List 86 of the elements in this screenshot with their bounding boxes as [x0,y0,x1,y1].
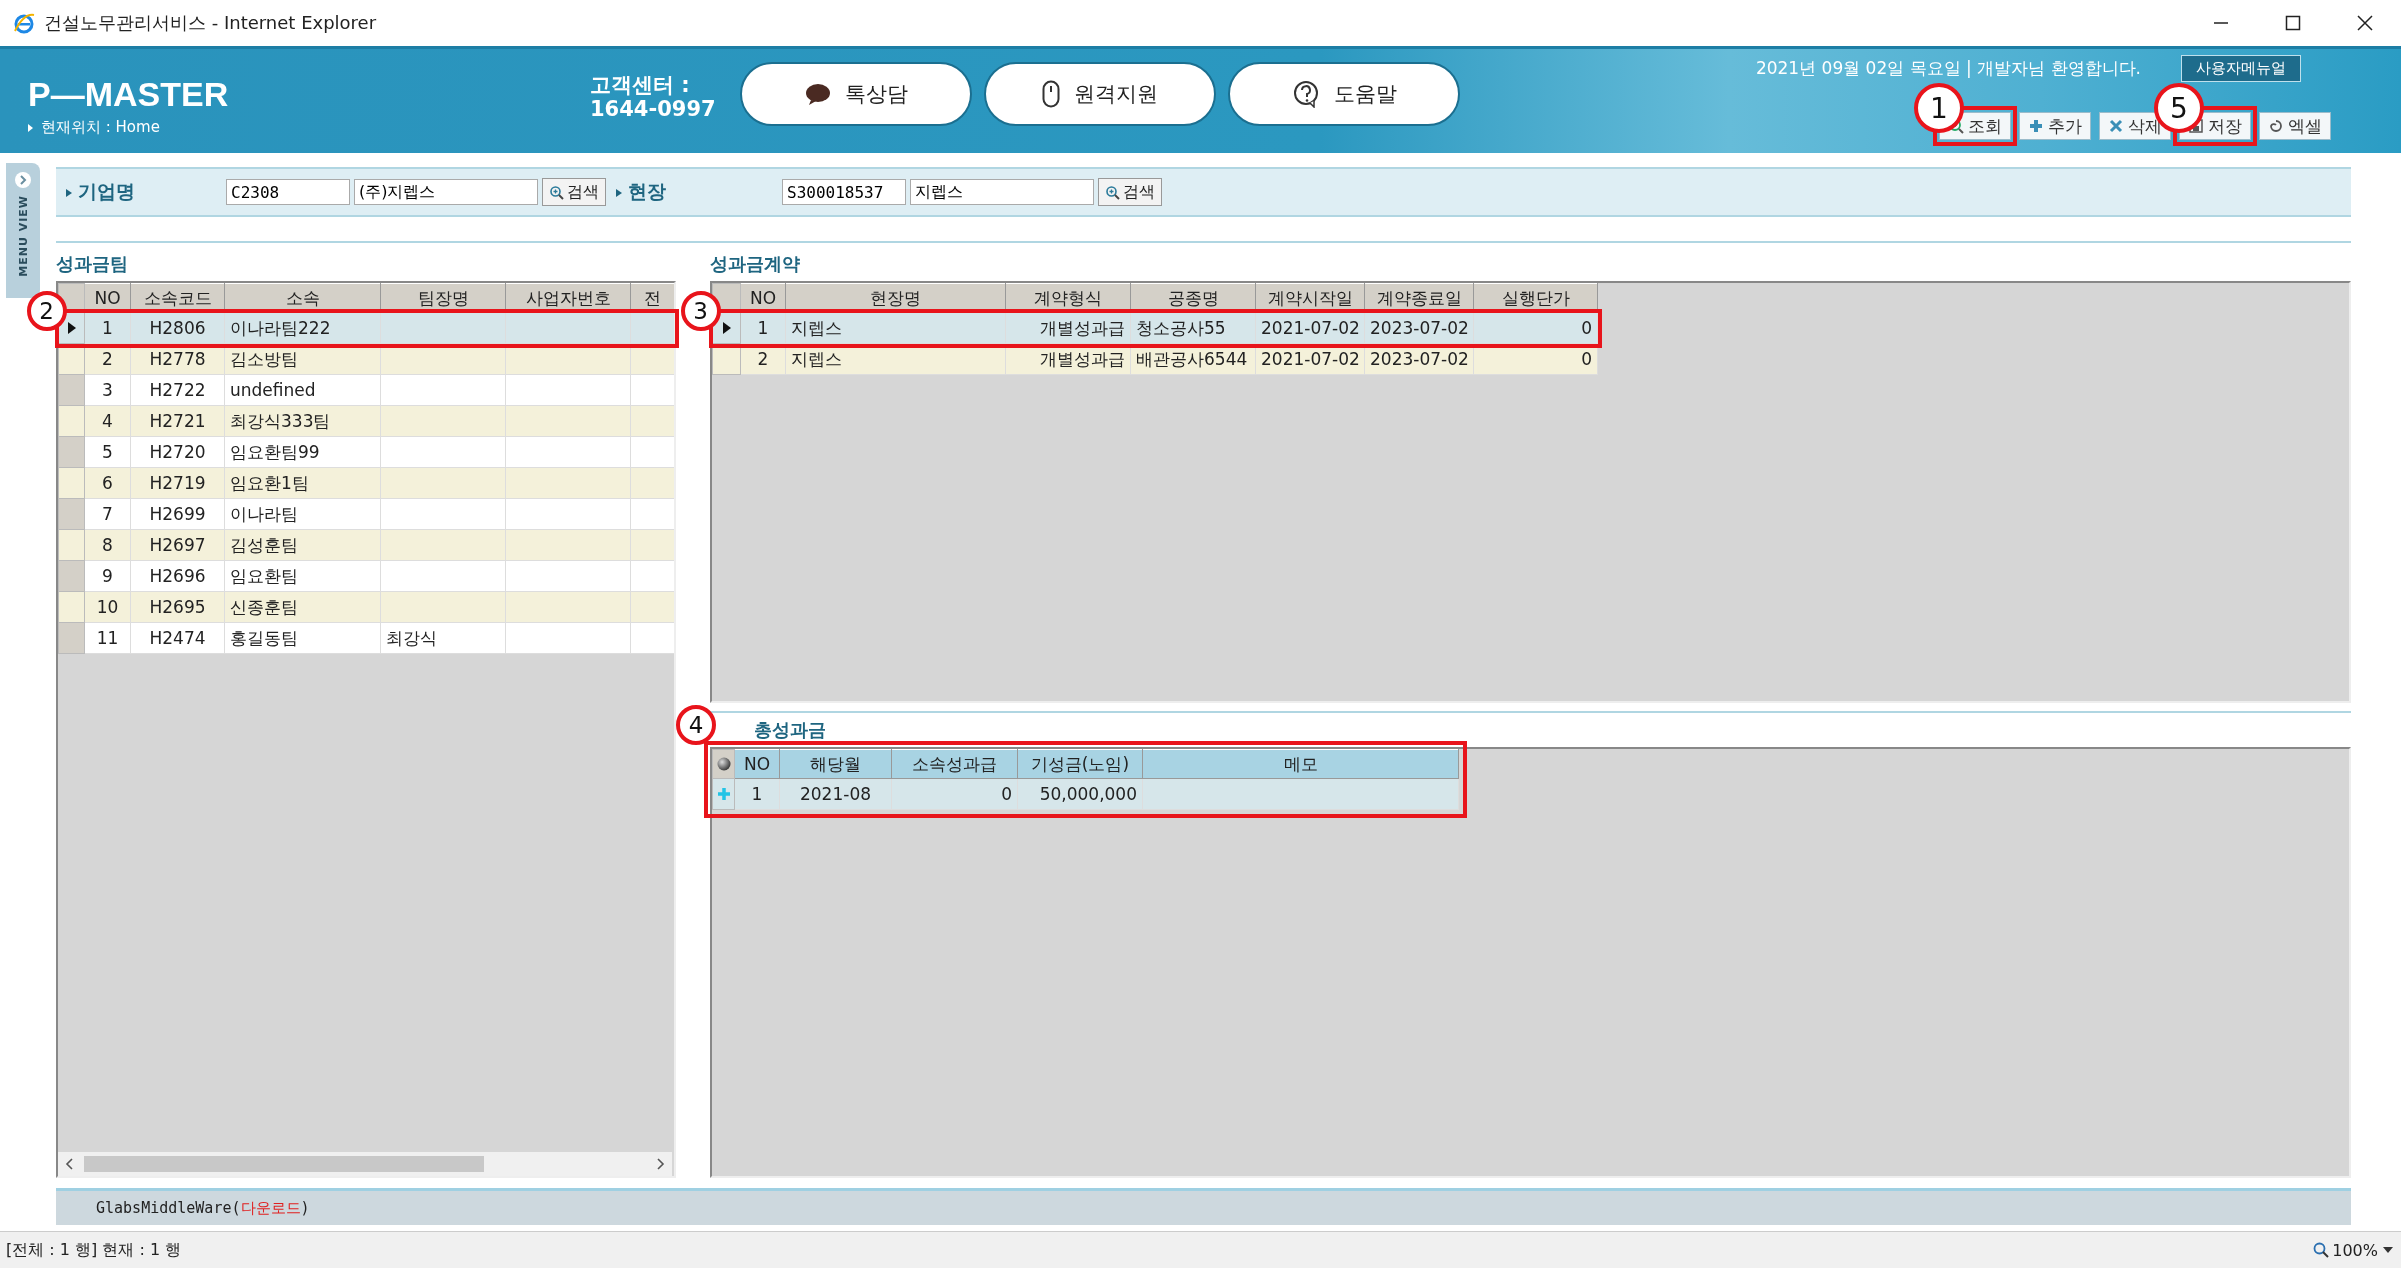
table-cell: 임요환팀 [224,560,381,592]
table-cell: H2722 [130,374,225,406]
manual-button[interactable]: 사용자메뉴얼 [2181,55,2301,82]
table-cell: 김성훈팀 [224,529,381,561]
table-cell: 2021-07-02 [1255,312,1365,344]
table-cell: 2023-07-02 [1364,312,1474,344]
table-cell: undefined [224,374,381,406]
search-icon [1105,184,1120,200]
table-cell: H2697 [130,529,225,561]
table-cell: H2699 [130,498,225,530]
table-cell: 청소공사55 [1130,312,1256,344]
plus-icon [2028,118,2044,134]
middleware-note: GlabsMiddleWare(다운로드) [96,1198,310,1218]
mouse-icon [1042,80,1060,108]
table-cell: 2021-08 [779,778,892,810]
filter-label: 기업명 [78,180,135,202]
zoom-icon [2313,1242,2330,1258]
column-header[interactable]: 메모 [1142,749,1459,779]
zoom-level[interactable]: 100% [2332,1240,2378,1260]
table-cell: H2719 [130,467,225,499]
ball-icon [716,757,731,771]
column-header[interactable]: 해당월 [779,749,892,779]
header-button[interactable]: 원격지원 [984,62,1216,126]
side-tab[interactable]: MENU VIEW [6,163,40,298]
name-field[interactable]: (주)지렙스 [354,179,538,205]
table-cell: H2721 [130,405,225,437]
table-cell: 이나라팀222 [224,312,381,344]
close-icon[interactable] [2357,15,2373,31]
greeting-text: 2021년 09월 02일 목요일 | 개발자님 환영합니다. [1755,57,2141,80]
table-cell: 홍길동팀 [224,622,381,654]
table-cell: H2695 [130,591,225,623]
search-icon [549,184,564,200]
header-button[interactable]: 도움말 [1228,62,1460,126]
table-cell: 50,000,000 [1017,778,1143,810]
table-cell: H2474 [130,622,225,654]
table-cell: 최강식333팀 [224,405,381,437]
breadcrumb: 현재위치 : Home [41,118,160,137]
row-pointer-icon [721,321,732,335]
table-cell: 개별성과급 [1005,312,1131,344]
column-header[interactable]: 기성금(노임) [1017,749,1143,779]
support-phone: 1644-0997 [590,97,717,121]
chat-bubble-icon [804,83,831,105]
table-cell: 0 [1473,312,1598,344]
row-pointer-icon [66,321,77,335]
bullet-icon [66,188,72,197]
name-field[interactable]: 지렙스 [910,179,1094,205]
status-text: [전체 : 1 행] 현재 : 1 행 [6,1239,183,1261]
cross-icon [2108,118,2124,134]
table-cell: 0 [891,778,1018,810]
search-button[interactable]: 검색 [1098,178,1162,206]
bullet-icon [28,123,33,132]
table-cell: 임요환1팀 [224,467,381,499]
table-cell: 이나라팀 [224,498,381,530]
search-button[interactable]: 검색 [542,178,606,206]
code-field[interactable]: S300018537 [782,179,906,205]
table-cell: 임요환팀99 [224,436,381,468]
app-logo: P—MASTER [28,75,229,114]
toolbar-button[interactable]: 추가 [2019,112,2091,140]
table-cell: 지렙스 [785,312,1006,344]
plus-icon [716,787,731,801]
column-header[interactable]: NO [734,749,780,779]
maximize-icon[interactable] [2285,15,2301,31]
callout-number: 4 [676,705,716,745]
help-icon [1291,80,1320,108]
table-cell: 최강식 [380,622,506,654]
section-title: 성과금계약 [710,252,800,276]
toolbar-button[interactable]: 엑셀 [2259,112,2331,140]
browser-logo-icon [12,11,36,35]
chevron-right-icon [14,171,32,189]
table-cell: 신종훈팀 [224,591,381,623]
bullet-icon [616,188,622,197]
code-field[interactable]: C2308 [226,179,350,205]
support-label: 고객센터 : [590,73,691,97]
caret-down-icon[interactable] [2381,1245,2395,1255]
section-title: 성과금팀 [56,252,128,276]
section-title: 총성과금 [754,718,826,742]
header-button[interactable]: 톡상담 [740,62,972,126]
table-cell: H2720 [130,436,225,468]
column-header[interactable]: 소속성과급 [891,749,1018,779]
window-title: 건설노무관리서비스 - Internet Explorer [44,11,378,35]
callout-number: 3 [680,290,721,331]
swirl-icon [2268,118,2284,134]
filter-label: 현장 [628,180,666,202]
horizontal-scrollbar[interactable] [58,1152,672,1176]
table-cell: H2806 [130,312,225,344]
table-cell: H2696 [130,560,225,592]
